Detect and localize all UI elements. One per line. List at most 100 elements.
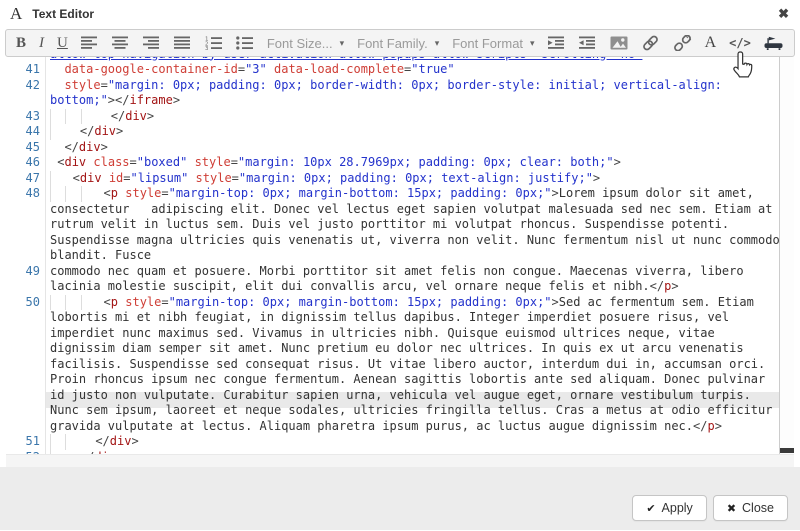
text-editor-icon: A bbox=[10, 4, 22, 24]
font-family-dropdown[interactable]: Font Family. ▾ bbox=[357, 30, 439, 56]
code-line-content: data-google-container-id="3" data-load-c… bbox=[46, 62, 780, 78]
line-number: 44 bbox=[6, 124, 46, 140]
indent-guide bbox=[65, 186, 80, 202]
link-icon bbox=[641, 35, 660, 51]
code-line-content: <div class="boxed" style="margin: 10px 2… bbox=[46, 155, 780, 171]
line-number: 49 bbox=[6, 264, 46, 295]
line-number: 43 bbox=[6, 109, 46, 125]
chevron-down-icon: ▾ bbox=[435, 38, 440, 49]
indent-guide bbox=[81, 186, 96, 202]
line-number: 51 bbox=[6, 434, 46, 450]
code-line: 43 </div> bbox=[6, 109, 780, 125]
indent-button[interactable] bbox=[548, 30, 566, 56]
indent-icon bbox=[548, 36, 566, 50]
line-number: 50 bbox=[6, 295, 46, 435]
justify-button[interactable] bbox=[174, 30, 192, 56]
unlink-button[interactable] bbox=[673, 30, 692, 56]
underline-button[interactable]: U bbox=[57, 30, 68, 56]
code-line: 41 data-google-container-id="3" data-loa… bbox=[6, 62, 780, 78]
horizontal-scrollbar[interactable] bbox=[6, 454, 794, 467]
align-center-icon bbox=[112, 36, 130, 50]
unlink-icon bbox=[673, 35, 692, 51]
image-icon bbox=[610, 36, 628, 50]
code-line-content: </div> bbox=[46, 434, 780, 450]
line-number: 46 bbox=[6, 155, 46, 171]
code-line: 42 style="margin: 0px; padding: 0px; bor… bbox=[6, 78, 780, 109]
font-format-label: Font Format bbox=[452, 36, 523, 51]
code-line: 44 </div> bbox=[6, 124, 780, 140]
x-icon: ✖ bbox=[727, 502, 736, 515]
font-size-dropdown[interactable]: Font Size... ▾ bbox=[267, 30, 344, 56]
align-left-icon bbox=[81, 36, 99, 50]
code-view-icon: </> bbox=[729, 36, 751, 50]
code-view-button[interactable]: </> bbox=[729, 30, 751, 56]
indent-guide bbox=[50, 186, 65, 202]
justify-icon bbox=[174, 36, 192, 50]
code-line: 50 <p style="margin-top: 0px; margin-bot… bbox=[6, 295, 780, 435]
close-icon[interactable]: ✖ bbox=[778, 6, 789, 22]
bath-button[interactable] bbox=[764, 30, 784, 56]
code-line-content: </div> bbox=[46, 140, 780, 156]
code-line-content: commodo nec quam et posuere. Morbi portt… bbox=[46, 264, 780, 295]
indent-guide bbox=[81, 109, 96, 125]
line-number: 48 bbox=[6, 186, 46, 264]
vertical-scrollbar[interactable] bbox=[779, 57, 794, 455]
code-line: 49commodo nec quam et posuere. Morbi por… bbox=[6, 264, 780, 295]
outdent-icon bbox=[579, 36, 597, 50]
code-line-content: style="margin: 0px; padding: 0px; border… bbox=[46, 78, 780, 109]
close-button-label: Close bbox=[742, 501, 774, 515]
indent-guide bbox=[50, 109, 65, 125]
check-icon: ✔ bbox=[646, 502, 655, 515]
code-lines: allow-top-navigation-by-user-activation … bbox=[6, 57, 794, 467]
chevron-down-icon: ▾ bbox=[340, 38, 345, 49]
indent-guide bbox=[65, 434, 80, 450]
font-format-dropdown[interactable]: Font Format ▾ bbox=[452, 30, 534, 56]
align-center-button[interactable] bbox=[112, 30, 130, 56]
scrollbar-thumb[interactable] bbox=[780, 448, 794, 453]
code-line-content: </div> bbox=[46, 109, 780, 125]
image-button[interactable] bbox=[610, 30, 628, 56]
font-size-label: Font Size... bbox=[267, 36, 333, 51]
indent-guide bbox=[50, 171, 65, 187]
code-line-content: <div id="lipsum" style="margin: 0px; pad… bbox=[46, 171, 780, 187]
ordered-list-button[interactable]: 123 bbox=[205, 30, 223, 56]
code-line: 48 <p style="margin-top: 0px; margin-bot… bbox=[6, 186, 780, 264]
indent-guide bbox=[65, 109, 80, 125]
font-family-label: Font Family. bbox=[357, 36, 428, 51]
formatting-toolbar: BIU123Font Size...▾Font Family.▾Font For… bbox=[5, 29, 795, 57]
unordered-list-icon bbox=[236, 36, 254, 50]
unordered-list-button[interactable] bbox=[236, 30, 254, 56]
clipped-link-text: allow-top-navigation-by-user-activation … bbox=[50, 57, 642, 61]
title-bar: A Text Editor ✖ bbox=[0, 0, 800, 28]
bold-icon: B bbox=[16, 35, 26, 52]
link-button[interactable] bbox=[641, 30, 660, 56]
code-line: 45 </div> bbox=[6, 140, 780, 156]
footer-buttons: ✔ Apply ✖ Close bbox=[632, 495, 788, 521]
code-line-content: </div> bbox=[46, 124, 780, 140]
align-right-icon bbox=[143, 36, 161, 50]
indent-guide bbox=[65, 295, 80, 311]
indent-guide bbox=[81, 295, 96, 311]
code-editor[interactable]: allow-top-navigation-by-user-activation … bbox=[6, 57, 794, 467]
dialog-footer: ✔ Apply ✖ Close bbox=[0, 467, 800, 530]
code-line: 47 <div id="lipsum" style="margin: 0px; … bbox=[6, 171, 780, 187]
chevron-down-icon: ▾ bbox=[530, 38, 535, 49]
line-number: 45 bbox=[6, 140, 46, 156]
font-color-button[interactable]: A bbox=[705, 30, 717, 56]
italic-button[interactable]: I bbox=[39, 30, 44, 56]
indent-guide bbox=[50, 434, 65, 450]
italic-icon: I bbox=[39, 35, 44, 52]
code-line: 46 <div class="boxed" style="margin: 10p… bbox=[6, 155, 780, 171]
bold-button[interactable]: B bbox=[16, 30, 26, 56]
apply-button[interactable]: ✔ Apply bbox=[632, 495, 707, 521]
indent-guide bbox=[50, 124, 65, 140]
outdent-button[interactable] bbox=[579, 30, 597, 56]
close-button[interactable]: ✖ Close bbox=[713, 495, 788, 521]
code-line: 51 </div> bbox=[6, 434, 780, 450]
line-number: 47 bbox=[6, 171, 46, 187]
align-right-button[interactable] bbox=[143, 30, 161, 56]
align-left-button[interactable] bbox=[81, 30, 99, 56]
font-color-icon: A bbox=[705, 34, 717, 52]
ordered-list-icon: 123 bbox=[205, 36, 223, 50]
code-line-content: <p style="margin-top: 0px; margin-bottom… bbox=[46, 295, 780, 435]
